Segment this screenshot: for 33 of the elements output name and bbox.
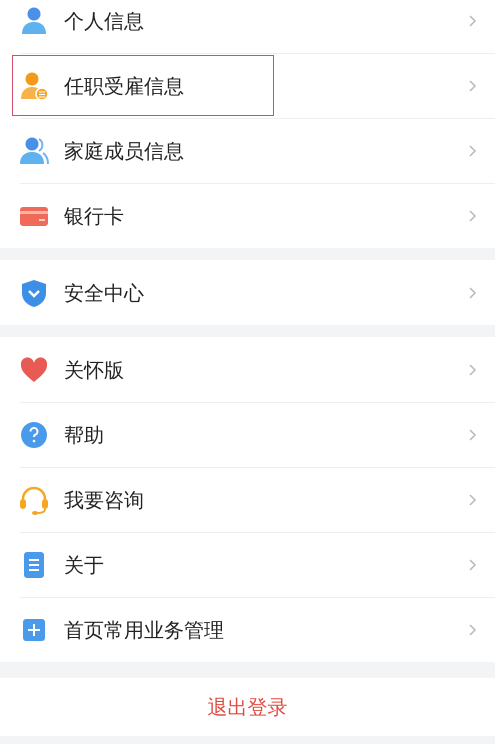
chevron-right-icon: [468, 144, 477, 158]
menu-item-label: 个人信息: [64, 8, 145, 34]
menu-item[interactable]: 我要咨询: [0, 467, 495, 532]
employee-icon: [18, 70, 50, 102]
menu-item[interactable]: 关怀版: [0, 337, 495, 402]
menu-item[interactable]: 银行卡: [0, 183, 495, 248]
logout-button[interactable]: 退出登录: [0, 678, 495, 736]
menu-item[interactable]: 关于: [0, 532, 495, 597]
menu-item-label: 银行卡: [64, 202, 125, 230]
menu-item[interactable]: 家庭成员信息: [0, 118, 495, 183]
chevron-right-icon: [468, 78, 477, 92]
menu-item-label: 帮助: [64, 422, 105, 448]
menu-item-label: 关怀版: [64, 356, 125, 384]
menu-item[interactable]: 个人信息: [0, 0, 495, 53]
menu-item-label: 家庭成员信息: [64, 138, 185, 164]
menu-item[interactable]: 帮助: [0, 402, 495, 467]
chevron-right-icon: [468, 362, 477, 376]
chevron-right-icon: [468, 208, 477, 222]
chevron-right-icon: [468, 286, 477, 300]
family-icon: [18, 134, 50, 166]
menu-item-label: 首页常用业务管理: [64, 616, 225, 644]
chevron-right-icon: [468, 492, 477, 506]
menu-item-label: 任职受雇信息: [64, 72, 185, 100]
menu-item[interactable]: 任职受雇信息: [0, 53, 495, 118]
menu-item[interactable]: 首页常用业务管理: [0, 597, 495, 662]
menu-item[interactable]: 安全中心: [0, 260, 495, 325]
menu-item-label: 安全中心: [64, 280, 145, 306]
chevron-right-icon: [468, 622, 477, 636]
chevron-right-icon: [468, 428, 477, 442]
chevron-right-icon: [468, 14, 477, 28]
menu-item-label: 关于: [64, 552, 105, 578]
chevron-right-icon: [468, 558, 477, 572]
menu-item-label: 我要咨询: [64, 486, 145, 514]
